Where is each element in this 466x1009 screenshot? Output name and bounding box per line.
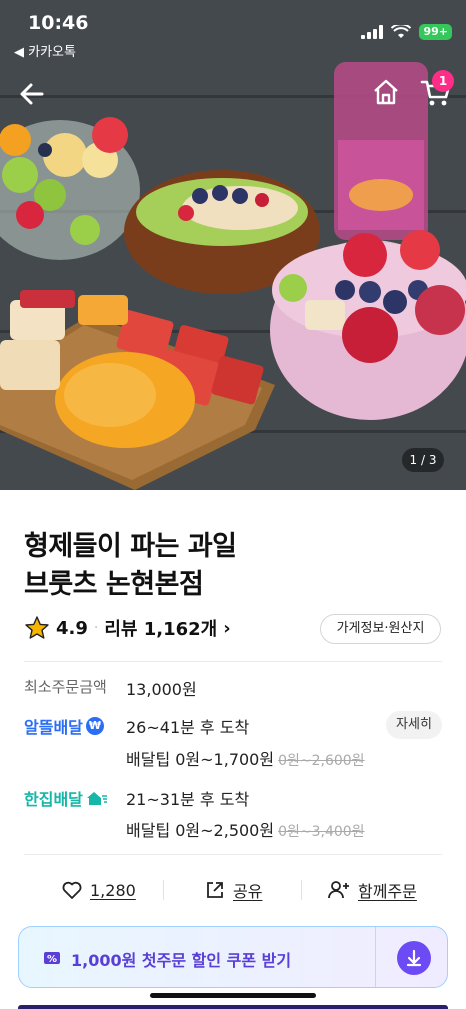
- single-delivery-badge: 한집배달: [24, 786, 108, 810]
- bottom-bar-edge: [18, 1005, 448, 1009]
- cellular-signal-icon: [361, 25, 384, 39]
- battery-indicator: 99+: [419, 24, 452, 40]
- review-count: 리뷰 1,162개: [104, 619, 218, 640]
- separator-dot: ·: [93, 620, 99, 636]
- home-icon[interactable]: [372, 78, 400, 106]
- coupon-banner[interactable]: % 1,000원 첫주문 할인 쿠폰 받기: [18, 926, 448, 988]
- back-arrow-icon[interactable]: [16, 78, 48, 110]
- store-info-origin-button[interactable]: 가게정보·원산지: [320, 614, 441, 644]
- status-bar: 10:46 99+: [0, 0, 466, 40]
- min-order-label: 최소주문금액: [24, 678, 107, 696]
- economy-eta: 26~41분 후 도착: [126, 718, 250, 737]
- economy-tip-row: 배달팁 0원~1,700원 0원~2,600원: [126, 746, 365, 770]
- economy-detail-button[interactable]: 자세히: [386, 711, 442, 739]
- coupon-divider: [375, 927, 376, 987]
- single-tip-row: 배달팁 0원~2,500원 0원~3,400원: [126, 817, 365, 841]
- house-icon: [86, 792, 107, 805]
- chevron-right-icon: ›: [223, 617, 231, 639]
- store-name-line2: 브룻츠 논현본점: [24, 569, 204, 600]
- star-icon: [25, 616, 49, 639]
- won-coin-icon: ₩: [85, 717, 104, 735]
- status-time: 10:46: [28, 12, 89, 34]
- store-name-line1: 형제들이 파는 과일: [24, 531, 237, 562]
- coupon-text: 1,000원 첫주문 할인 쿠폰 받기: [71, 951, 292, 970]
- group-order-button[interactable]: 함께주문: [328, 872, 417, 908]
- share-label: 공유: [233, 882, 263, 901]
- store-title: 형제들이 파는 과일 브룻츠 논현본점: [24, 528, 237, 604]
- single-tip: 배달팁 0원~2,500원: [126, 821, 275, 840]
- action-row: 1,280 공유 함께주문: [0, 872, 466, 908]
- divider: [24, 854, 442, 855]
- store-info-card: 형제들이 파는 과일 브룻츠 논현본점 4.9 · 리뷰 1,162개 › 가게…: [0, 490, 466, 1009]
- fruit-photo: [0, 0, 466, 490]
- download-icon: [406, 949, 422, 967]
- min-order-value: 13,000원: [126, 680, 197, 699]
- like-button[interactable]: 1,280: [62, 872, 136, 908]
- single-eta: 21~31분 후 도착: [126, 790, 250, 809]
- separator: [301, 880, 302, 900]
- like-count: 1,280: [90, 880, 136, 900]
- coupon-percent-icon: %: [44, 952, 60, 965]
- back-to-app-link[interactable]: ◀ 카카오톡: [14, 41, 76, 60]
- status-icons: 99+: [361, 24, 452, 40]
- divider: [24, 661, 442, 662]
- home-indicator: [150, 993, 316, 998]
- rating-review-link[interactable]: 4.9 · 리뷰 1,162개 ›: [24, 614, 231, 642]
- wifi-icon: [391, 25, 412, 38]
- economy-tip-original: 0원~2,600원: [278, 753, 365, 769]
- photo-counter: 1 / 3: [402, 448, 444, 472]
- heart-icon: [62, 881, 82, 899]
- single-tip-original: 0원~3,400원: [278, 824, 365, 840]
- svg-text:%: %: [47, 954, 57, 965]
- coupon-download-button[interactable]: [397, 941, 431, 975]
- rating-value: 4.9: [56, 617, 88, 639]
- share-button[interactable]: 공유: [205, 872, 262, 908]
- economy-tip: 배달팁 0원~1,700원: [126, 750, 275, 769]
- economy-delivery-label: 알뜰배달: [24, 718, 83, 737]
- hero-photo[interactable]: 10:46 99+ ◀ 카카오톡 1 1 / 3: [0, 0, 466, 490]
- group-order-label: 함께주문: [358, 882, 417, 901]
- cart-count-badge: 1: [432, 70, 454, 92]
- add-person-icon: [328, 881, 349, 899]
- share-icon: [207, 882, 223, 898]
- single-delivery-label: 한집배달: [24, 790, 83, 809]
- separator: [163, 880, 164, 900]
- economy-delivery-badge: 알뜰배달 ₩: [24, 714, 104, 738]
